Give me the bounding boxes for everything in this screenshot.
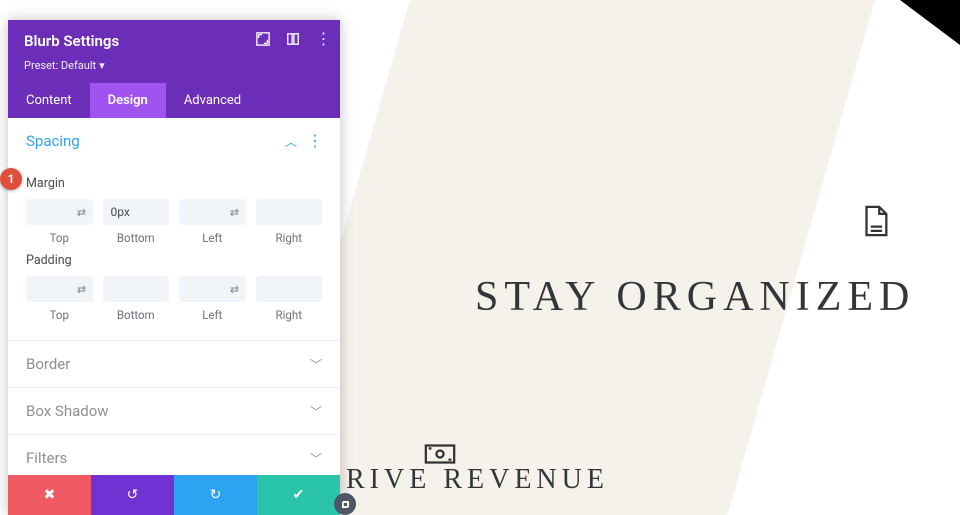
section-head-spacing[interactable]: Spacing ︿ ⋮: [8, 118, 340, 164]
section-head-border[interactable]: Border ﹀: [8, 341, 340, 387]
link-icon[interactable]: ⇄: [71, 206, 93, 219]
heading-stay-organized: STAY ORGANIZED: [475, 273, 915, 321]
section-filters: Filters ﹀: [8, 435, 340, 475]
save-button[interactable]: ✔: [257, 475, 340, 515]
link-icon[interactable]: ⇄: [224, 206, 246, 219]
panel-body[interactable]: Spacing ︿ ⋮ Margin ⇄ Top 0px Bottom: [8, 118, 340, 475]
padding-bottom-input[interactable]: [103, 276, 170, 302]
redo-button[interactable]: ↻: [174, 475, 257, 515]
panel-footer: ✖ ↺ ↻ ✔: [8, 475, 340, 515]
tab-bar: Content Design Advanced: [8, 83, 340, 118]
section-menu-icon[interactable]: ⋮: [307, 136, 322, 146]
section-title: Spacing: [26, 132, 80, 150]
more-menu-icon[interactable]: ⋮: [316, 32, 330, 46]
section-box-shadow: Box Shadow ﹀: [8, 388, 340, 435]
margin-bottom-input[interactable]: 0px: [103, 199, 170, 225]
padding-right-input[interactable]: [256, 276, 323, 302]
heading-drive-revenue: RIVE REVENUE: [346, 464, 609, 496]
panel-header: Blurb Settings Preset: Default ▾ ⋮: [8, 20, 340, 83]
cancel-button[interactable]: ✖: [8, 475, 91, 515]
chevron-down-icon: ﹀: [310, 450, 322, 467]
tab-design[interactable]: Design: [90, 83, 166, 118]
annotation-badge-1: 1: [0, 168, 22, 190]
section-border: Border ﹀: [8, 341, 340, 388]
section-spacing: Spacing ︿ ⋮ Margin ⇄ Top 0px Bottom: [8, 118, 340, 341]
padding-label: Padding: [26, 253, 322, 268]
margin-top-input[interactable]: ⇄: [26, 199, 93, 225]
padding-top-input[interactable]: ⇄: [26, 276, 93, 302]
tab-content[interactable]: Content: [8, 83, 90, 118]
resize-handle[interactable]: [334, 493, 356, 515]
link-icon[interactable]: ⇄: [224, 283, 246, 296]
section-head-filters[interactable]: Filters ﹀: [8, 435, 340, 475]
section-head-box-shadow[interactable]: Box Shadow ﹀: [8, 388, 340, 434]
document-icon: [858, 204, 892, 238]
chevron-down-icon: ﹀: [310, 403, 322, 420]
settings-panel: Blurb Settings Preset: Default ▾ ⋮ Conte…: [8, 20, 340, 515]
chevron-up-icon: ︿: [285, 133, 297, 150]
margin-label: Margin: [26, 176, 322, 191]
tab-advanced[interactable]: Advanced: [166, 83, 259, 118]
snap-icon[interactable]: [286, 32, 300, 46]
chevron-down-icon: ﹀: [310, 356, 322, 373]
undo-button[interactable]: ↺: [91, 475, 174, 515]
margin-right-input[interactable]: [256, 199, 323, 225]
link-icon[interactable]: ⇄: [71, 283, 93, 296]
margin-left-input[interactable]: ⇄: [179, 199, 246, 225]
preset-label: Preset: Default: [24, 59, 96, 72]
caret-down-icon: ▾: [99, 59, 105, 72]
expand-icon[interactable]: [256, 32, 270, 46]
padding-left-input[interactable]: ⇄: [179, 276, 246, 302]
preset-dropdown[interactable]: Preset: Default ▾: [24, 59, 105, 72]
spacing-body: Margin ⇄ Top 0px Bottom ⇄ Left: [8, 164, 340, 340]
